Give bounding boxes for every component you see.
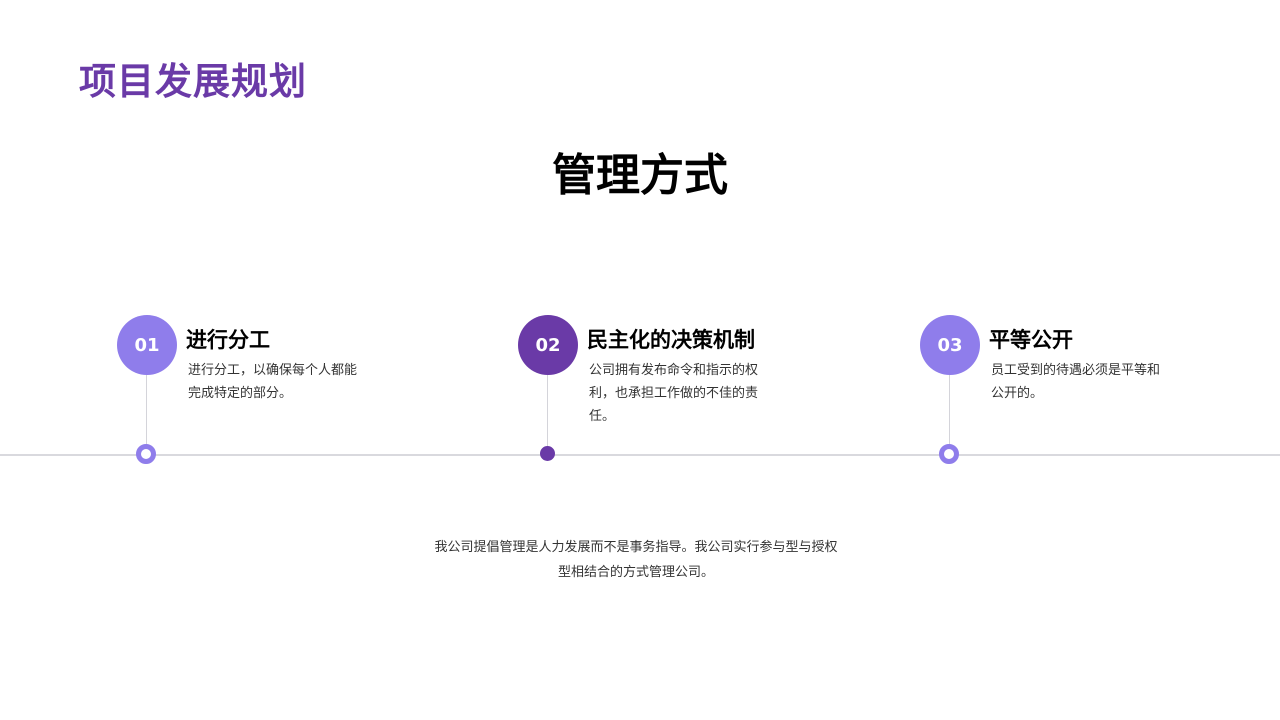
step-connector [949,375,950,447]
timeline-step-1: 01 进行分工 进行分工，以确保每个人都能完成特定的部分。 [117,315,477,475]
timeline-dot [136,444,156,464]
step-description: 员工受到的待遇必须是平等和公开的。 [991,363,1161,401]
step-description: 公司拥有发布命令和指示的权利，也承担工作做的不佳的责任。 [589,363,759,424]
step-connector [146,375,147,447]
page-title: 项目发展规划 [79,60,307,103]
step-description: 进行分工，以确保每个人都能完成特定的部分。 [188,363,358,401]
section-heading: 管理方式 [552,150,728,201]
summary-text: 我公司提倡管理是人力发展而不是事务指导。我公司实行参与型与授权型相结合的方式管理… [434,540,838,580]
timeline-step-3: 03 平等公开 员工受到的待遇必须是平等和公开的。 [920,315,1280,475]
timeline-step-2: 02 民主化的决策机制 公司拥有发布命令和指示的权利，也承担工作做的不佳的责任。 [518,315,878,475]
step-title: 进行分工 [186,328,270,352]
step-title: 平等公开 [989,328,1073,352]
step-number-badge: 03 [920,315,980,375]
timeline-dot [939,444,959,464]
step-number-badge: 02 [518,315,578,375]
step-title: 民主化的决策机制 [587,328,755,352]
step-connector [547,375,548,447]
step-number-badge: 01 [117,315,177,375]
timeline-dot [540,446,555,461]
